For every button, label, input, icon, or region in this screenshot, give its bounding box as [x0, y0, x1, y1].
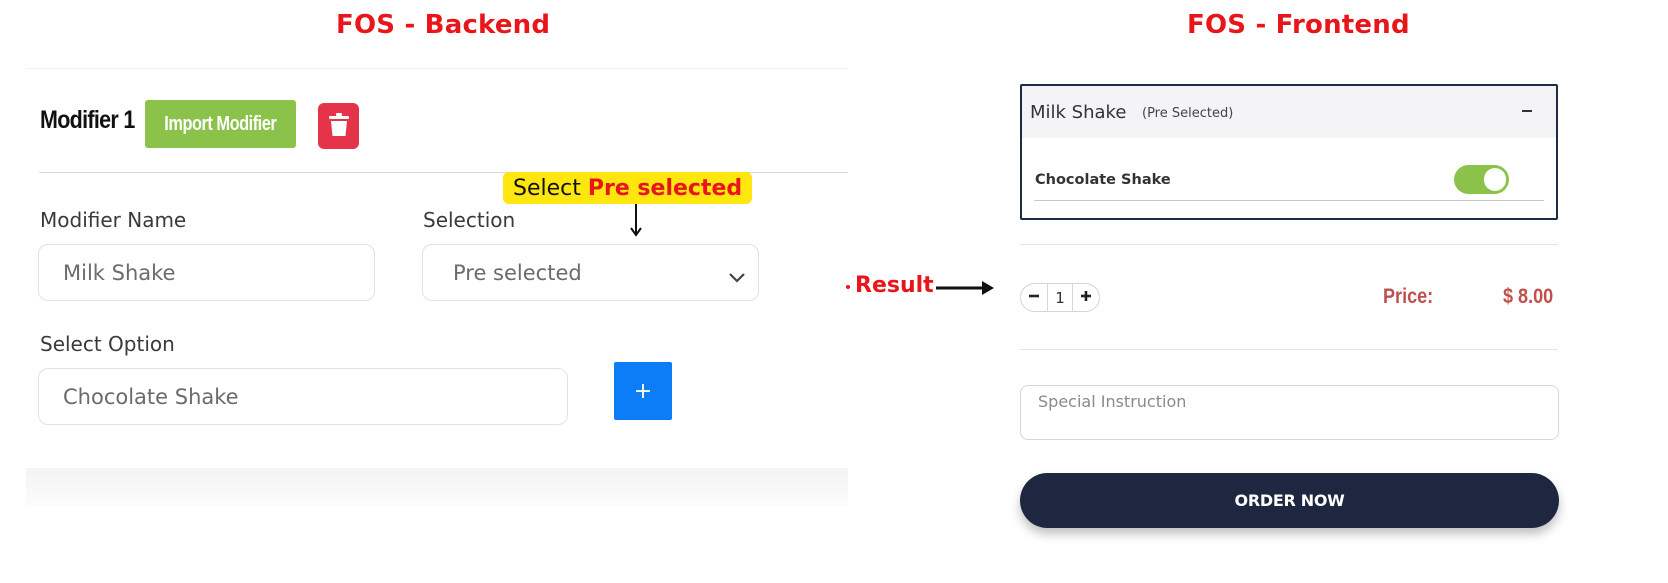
option-toggle[interactable]: [1454, 165, 1509, 194]
modifier-name-input[interactable]: Milk Shake: [38, 244, 375, 301]
selection-label: Selection: [423, 208, 516, 232]
option-divider: [1034, 200, 1544, 201]
backend-heading: FOS - Backend: [336, 10, 551, 40]
chevron-down-icon: [728, 265, 746, 289]
quantity-stepper: 1: [1020, 283, 1100, 312]
frontend-heading: FOS - Frontend: [1187, 10, 1410, 40]
toggle-knob: [1484, 168, 1506, 191]
add-option-button[interactable]: +: [614, 362, 672, 420]
plus-icon: [1080, 289, 1092, 307]
selection-value: Pre selected: [453, 260, 582, 285]
option-label: Chocolate Shake: [1035, 172, 1171, 188]
minus-icon: [1028, 289, 1040, 307]
callout-emphasis: Pre selected: [587, 175, 743, 201]
frontend-divider: [1020, 244, 1558, 245]
import-modifier-button[interactable]: Import Modifier: [145, 100, 296, 148]
modifier-title: Modifier 1: [40, 106, 135, 134]
import-modifier-label: Import Modifier: [164, 112, 277, 135]
callout-text: Select: [513, 175, 581, 201]
minus-icon[interactable]: [1522, 110, 1532, 112]
frontend-divider: [1020, 349, 1558, 350]
quantity-value: 1: [1047, 284, 1073, 311]
order-now-button[interactable]: ORDER NOW: [1020, 473, 1559, 528]
modifier-card: Milk Shake (Pre Selected) Chocolate Shak…: [1020, 84, 1558, 220]
select-option-input[interactable]: Chocolate Shake: [38, 368, 568, 425]
pre-selected-callout: Select Pre selected: [503, 172, 753, 204]
decrement-button[interactable]: [1021, 284, 1047, 311]
price-value: $ 8.00: [1503, 285, 1554, 308]
arrow-right-icon: [936, 279, 996, 302]
arrow-down-icon: [628, 204, 644, 243]
modifier-card-header[interactable]: Milk Shake (Pre Selected): [1022, 86, 1556, 138]
price-label: Price:: [1383, 285, 1434, 308]
selection-dropdown[interactable]: Pre selected: [422, 244, 759, 301]
modifier-title-text: Milk Shake: [1030, 102, 1127, 123]
trash-icon: [328, 112, 349, 140]
special-instruction-input[interactable]: [1020, 385, 1559, 440]
delete-modifier-button[interactable]: [318, 103, 359, 149]
modifier-name-label: Modifier Name: [40, 208, 187, 232]
backend-footer: [26, 468, 848, 506]
result-label: Result: [855, 273, 934, 298]
backend-top-divider: [26, 68, 848, 69]
select-option-label: Select Option: [40, 332, 175, 356]
increment-button[interactable]: [1073, 284, 1099, 311]
pre-selected-tag: (Pre Selected): [1142, 106, 1234, 121]
result-dot: [846, 285, 850, 289]
